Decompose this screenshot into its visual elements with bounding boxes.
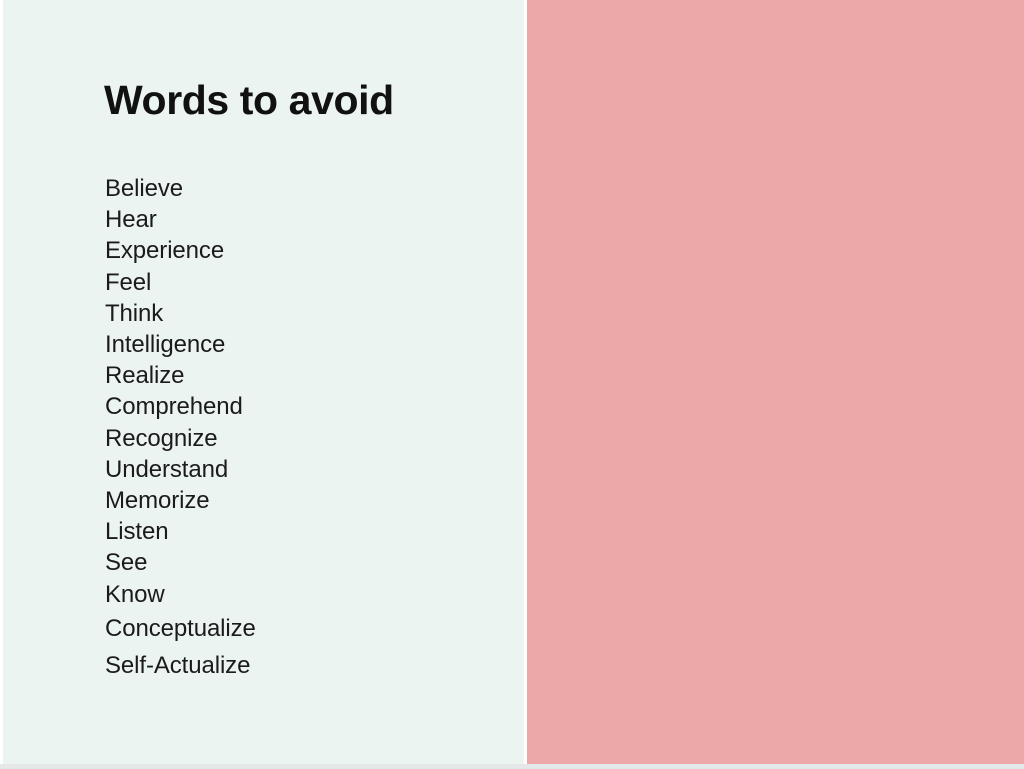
bottom-edge-strip bbox=[0, 764, 1024, 769]
list-item: Know bbox=[105, 580, 165, 608]
list-item: Feel bbox=[105, 268, 152, 296]
list-item: Conceptualize bbox=[105, 614, 256, 642]
list-item: Experience bbox=[105, 237, 225, 265]
list-item: Self-Actualize bbox=[105, 651, 251, 679]
panel-phrases-to-avoid: Phrases to avoid Appreciation for Enjoym… bbox=[527, 0, 1024, 764]
words-to-avoid-heading: Words to avoid bbox=[104, 77, 394, 123]
list-item: Believe bbox=[105, 175, 184, 202]
list-item: Memorize bbox=[105, 487, 210, 515]
list-item: Realize bbox=[105, 362, 185, 390]
panel-words-content: Words to avoid Believe Hear Experience F… bbox=[3, 0, 524, 764]
list-item: Intelligence bbox=[105, 331, 226, 359]
list-item: Recognize bbox=[105, 424, 218, 452]
words-to-avoid-list: Believe Hear Experience Feel Think Intel… bbox=[105, 173, 256, 684]
slide: Words to avoid Believe Hear Experience F… bbox=[0, 0, 1024, 769]
list-item: Listen bbox=[105, 518, 169, 546]
list-item: Think bbox=[105, 299, 164, 327]
list-item: See bbox=[105, 549, 148, 577]
panel-phrases-content: Phrases to avoid Appreciation for Enjoym… bbox=[527, 0, 1024, 764]
list-item: Hear bbox=[105, 206, 157, 234]
list-item: Comprehend bbox=[105, 393, 243, 421]
list-item: Understand bbox=[105, 455, 229, 483]
panel-words-to-avoid: Words to avoid Believe Hear Experience F… bbox=[3, 0, 524, 764]
